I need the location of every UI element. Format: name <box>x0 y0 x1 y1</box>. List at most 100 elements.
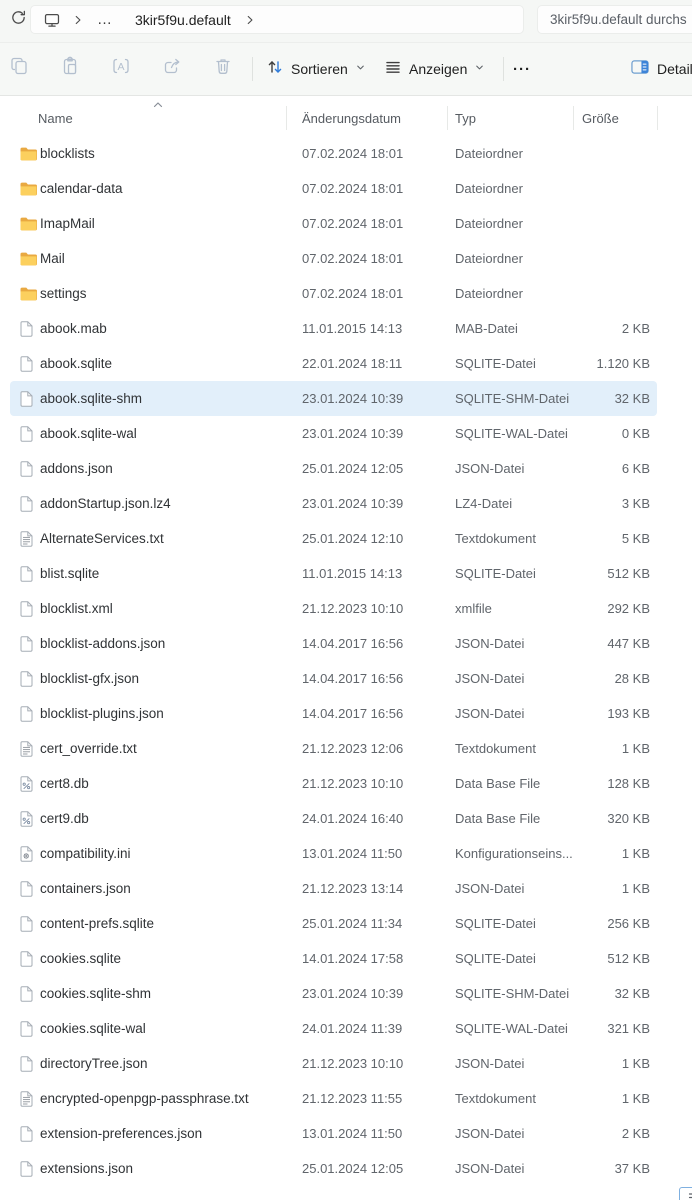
file-modified-date: 24.01.2024 16:40 <box>302 811 404 826</box>
column-resize-handle[interactable] <box>447 106 448 130</box>
db-icon <box>20 810 40 827</box>
sort-button[interactable]: Sortieren <box>262 51 370 87</box>
table-row[interactable]: content-prefs.sqlite 25.01.2024 11:34 SQ… <box>10 906 657 941</box>
file-size: 5 KB <box>621 531 650 546</box>
column-header-size[interactable]: Größe <box>582 111 650 126</box>
file-type: SQLITE-Datei <box>455 356 536 371</box>
address-bar[interactable]: … 3kir5f9u.default <box>30 5 524 34</box>
refresh-button[interactable] <box>5 7 31 33</box>
file-icon <box>20 670 33 687</box>
folder-icon <box>20 287 40 301</box>
file-type: Textdokument <box>455 1091 536 1106</box>
file-name: extensions.json <box>40 1161 134 1176</box>
table-row[interactable]: abook.mab 11.01.2015 14:13 MAB-Datei 2 K… <box>10 311 657 346</box>
file-icon <box>20 565 40 582</box>
command-toolbar: A Sortieren Anzeigen ··· Detail <box>0 43 692 96</box>
column-resize-handle[interactable] <box>286 106 287 130</box>
table-row[interactable]: AlternateServices.txt 25.01.2024 12:10 T… <box>10 521 657 556</box>
text-file-icon <box>20 740 33 757</box>
more-options-button[interactable]: ··· <box>513 51 531 87</box>
rename-button[interactable]: A <box>104 51 138 85</box>
file-icon <box>20 950 33 967</box>
file-size: 1 KB <box>621 881 650 896</box>
table-row[interactable]: addons.json 25.01.2024 12:05 JSON-Datei … <box>10 451 657 486</box>
table-row[interactable]: cert9.db 24.01.2024 16:40 Data Base File… <box>10 801 657 836</box>
column-resize-handle[interactable] <box>573 106 574 130</box>
paste-icon <box>60 56 80 81</box>
table-row[interactable]: calendar-data 07.02.2024 18:01 Dateiordn… <box>10 171 657 206</box>
text-file-icon <box>20 530 33 547</box>
breadcrumb-overflow-button[interactable]: … <box>87 11 123 28</box>
file-name: abook.sqlite-wal <box>40 426 137 441</box>
file-name: content-prefs.sqlite <box>40 916 155 931</box>
table-row[interactable]: cookies.sqlite-shm 23.01.2024 10:39 SQLI… <box>10 976 657 1011</box>
copy-button[interactable] <box>2 51 36 85</box>
file-size: 1 KB <box>621 741 650 756</box>
details-pane-button[interactable]: Details <box>631 51 692 87</box>
view-button[interactable]: Anzeigen <box>380 51 489 87</box>
file-type: Dateiordner <box>455 146 523 161</box>
breadcrumb-folder[interactable]: 3kir5f9u.default <box>123 12 241 28</box>
table-row[interactable]: abook.sqlite-wal 23.01.2024 10:39 SQLITE… <box>10 416 657 451</box>
table-row[interactable]: blocklist.xml 21.12.2023 10:10 xmlfile 2… <box>10 591 657 626</box>
table-row[interactable]: directoryTree.json 21.12.2023 10:10 JSON… <box>10 1046 657 1081</box>
column-header-date[interactable]: Änderungsdatum <box>302 111 455 126</box>
table-row[interactable]: Mail 07.02.2024 18:01 Dateiordner <box>10 241 657 276</box>
table-row[interactable]: extension-preferences.json 13.01.2024 11… <box>10 1116 657 1151</box>
file-size: 0 KB <box>621 426 650 441</box>
file-size: 320 KB <box>607 811 650 826</box>
table-row[interactable]: cookies.sqlite-wal 24.01.2024 11:39 SQLI… <box>10 1011 657 1046</box>
table-row[interactable]: extensions.json 25.01.2024 12:05 JSON-Da… <box>10 1151 657 1186</box>
table-row[interactable]: ImapMail 07.02.2024 18:01 Dateiordner <box>10 206 657 241</box>
column-header-type[interactable]: Typ <box>455 111 582 126</box>
folder-icon <box>20 182 40 196</box>
delete-button[interactable] <box>206 51 240 85</box>
column-header-name[interactable]: Name <box>20 111 302 126</box>
table-row[interactable]: blocklist-plugins.json 14.04.2017 16:56 … <box>10 696 657 731</box>
file-modified-date: 07.02.2024 18:01 <box>302 216 404 231</box>
folder-icon <box>20 287 37 300</box>
table-row[interactable]: cert8.db 21.12.2023 10:10 Data Base File… <box>10 766 657 801</box>
table-row[interactable]: blocklist-gfx.json 14.04.2017 16:56 JSON… <box>10 661 657 696</box>
file-name: directoryTree.json <box>40 1056 148 1071</box>
folder-icon <box>20 147 37 160</box>
file-type: JSON-Datei <box>455 1056 525 1071</box>
file-name: Mail <box>40 251 65 266</box>
file-icon <box>20 1055 40 1072</box>
file-size: 37 KB <box>614 1161 650 1176</box>
table-row[interactable]: blocklists 07.02.2024 18:01 Dateiordner <box>10 136 657 171</box>
table-row[interactable]: cookies.sqlite 14.01.2024 17:58 SQLITE-D… <box>10 941 657 976</box>
file-size: 193 KB <box>607 706 650 721</box>
table-row[interactable]: abook.sqlite-shm 23.01.2024 10:39 SQLITE… <box>10 381 657 416</box>
table-row[interactable]: compatibility.ini 13.01.2024 11:50 Konfi… <box>10 836 657 871</box>
file-type: JSON-Datei <box>455 706 525 721</box>
file-type: Textdokument <box>455 531 536 546</box>
file-name: cookies.sqlite-wal <box>40 1021 146 1036</box>
file-name: abook.mab <box>40 321 107 336</box>
chevron-right-icon[interactable] <box>241 13 259 27</box>
search-box[interactable]: 3kir5f9u.default durchs <box>537 5 692 34</box>
monitor-icon[interactable] <box>31 11 69 29</box>
share-button[interactable] <box>155 51 189 85</box>
file-icon <box>20 1020 40 1037</box>
table-row[interactable]: blocklist-addons.json 14.04.2017 16:56 J… <box>10 626 657 661</box>
table-row[interactable]: abook.sqlite 22.01.2024 18:11 SQLITE-Dat… <box>10 346 657 381</box>
file-type: SQLITE-Datei <box>455 566 536 581</box>
table-row[interactable]: blist.sqlite 11.01.2015 14:13 SQLITE-Dat… <box>10 556 657 591</box>
table-row[interactable]: encrypted-openpgp-passphrase.txt 21.12.2… <box>10 1081 657 1116</box>
table-row[interactable]: containers.json 21.12.2023 13:14 JSON-Da… <box>10 871 657 906</box>
file-size: 1 KB <box>621 846 650 861</box>
table-row[interactable]: addonStartup.json.lz4 23.01.2024 10:39 L… <box>10 486 657 521</box>
file-icon <box>20 950 40 967</box>
file-size: 292 KB <box>607 601 650 616</box>
column-resize-handle[interactable] <box>657 106 658 130</box>
file-icon <box>20 320 33 337</box>
file-icon <box>20 460 40 477</box>
file-size: 512 KB <box>607 566 650 581</box>
details-view-toggle-button[interactable] <box>679 1187 692 1200</box>
paste-button[interactable] <box>53 51 87 85</box>
file-name: blocklist-gfx.json <box>40 671 140 686</box>
table-row[interactable]: settings 07.02.2024 18:01 Dateiordner <box>10 276 657 311</box>
table-row[interactable]: cert_override.txt 21.12.2023 12:06 Textd… <box>10 731 657 766</box>
file-type: SQLITE-WAL-Datei <box>455 1021 568 1036</box>
